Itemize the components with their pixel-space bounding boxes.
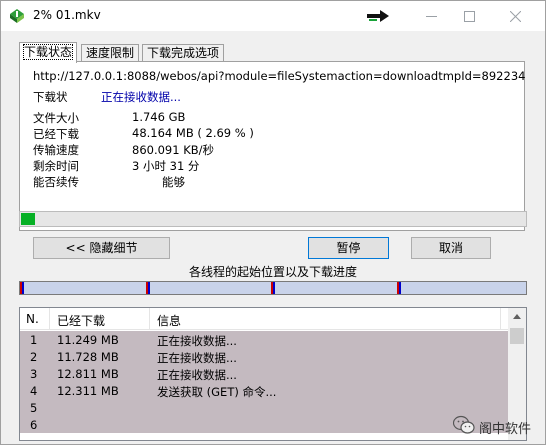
table-row[interactable]: 2 11.728 MB 正在接收数据...: [20, 348, 508, 365]
threads-label: 各线程的起始位置以及下载进度: [188, 265, 357, 279]
field-label: 已经下载: [33, 127, 79, 141]
column-divider: [500, 308, 501, 330]
tab-download-status[interactable]: 下载状态: [19, 42, 78, 63]
field-label: 能否续传: [33, 175, 79, 189]
maximize-button[interactable]: [447, 1, 493, 31]
row-number: 2: [30, 350, 38, 364]
resume-value: 能够: [162, 175, 185, 189]
tab-completion-options[interactable]: 下载完成选项: [142, 44, 225, 62]
tab-speed-limit[interactable]: 速度限制: [81, 44, 140, 62]
column-header-n[interactable]: N.: [26, 312, 39, 326]
wechat-icon: [453, 415, 475, 434]
row-number: 4: [30, 384, 38, 398]
row-number: 1: [30, 333, 38, 347]
thread-progress-marker: [399, 282, 401, 294]
row-info: 正在接收数据...: [157, 351, 237, 365]
tab-label: 速度限制: [86, 46, 135, 60]
thread-progress-marker: [273, 282, 275, 294]
title-bar[interactable]: 2% 01.mkv: [1, 1, 545, 31]
download-window: 2% 01.mkv 下载状态 速度限制 下载完成选项 http://127.0.…: [0, 0, 546, 445]
idm-app-icon: [10, 9, 24, 23]
table-row[interactable]: 1 11.249 MB 正在接收数据...: [20, 331, 508, 348]
column-header-downloaded[interactable]: 已经下载: [57, 312, 105, 329]
row-downloaded: 11.728 MB: [57, 350, 119, 364]
field-label: 文件大小: [33, 111, 79, 125]
column-divider: [49, 308, 50, 330]
progress-fill: [21, 213, 35, 225]
arrow-right-icon: [367, 10, 389, 22]
tab-label: 下载完成选项: [147, 46, 220, 60]
downloaded-value: 48.164 MB ( 2.69 % ): [132, 126, 254, 140]
column-header-info[interactable]: 信息: [157, 312, 181, 329]
row-info: 发送获取 (GET) 命令...: [157, 385, 277, 399]
field-label: 传输速度: [33, 143, 79, 157]
window-title: 2% 01.mkv: [33, 8, 101, 22]
connections-list[interactable]: N. 已经下载 信息 1 11.249 MB 正在接收数据... 2 11.72…: [19, 307, 527, 441]
status-value: 正在接收数据...: [101, 90, 181, 104]
window-client: 下载状态 速度限制 下载完成选项 http://127.0.0.1:8088/w…: [1, 31, 545, 444]
row-number: 3: [30, 367, 38, 381]
row-downloaded: 11.249 MB: [57, 333, 119, 347]
status-label: 下载状: [33, 90, 68, 104]
scrollbar-thumb[interactable]: [510, 328, 524, 344]
tab-label: 下载状态: [22, 44, 74, 60]
thread-progress-bar: [19, 281, 527, 295]
watermark-text: 阁中软件: [479, 422, 532, 437]
thread-progress-marker: [22, 282, 24, 294]
row-info: 正在接收数据...: [157, 334, 237, 348]
status-panel: http://127.0.0.1:8088/webos/api?module=f…: [19, 61, 525, 231]
cancel-button[interactable]: 取消: [411, 237, 491, 259]
row-number: 6: [30, 418, 38, 432]
table-row[interactable]: 3 12.811 MB 正在接收数据...: [20, 365, 508, 382]
row-downloaded: 12.311 MB: [57, 384, 119, 398]
pause-button[interactable]: 暂停: [308, 237, 389, 259]
time-left-value: 3 小时 31 分: [132, 159, 200, 173]
file-size-value: 1.746 GB: [132, 110, 186, 124]
table-row[interactable]: 6: [20, 416, 508, 433]
minimize-icon: [426, 16, 437, 17]
column-divider: [149, 308, 150, 330]
table-row[interactable]: 4 12.311 MB 发送获取 (GET) 命令...: [20, 382, 508, 399]
download-progress-bar: [19, 211, 527, 227]
maximize-icon: [464, 11, 475, 22]
row-downloaded: 12.811 MB: [57, 367, 119, 381]
row-number: 5: [30, 401, 38, 415]
field-label: 剩余时间: [33, 159, 79, 173]
row-info: 正在接收数据...: [157, 368, 237, 382]
hide-details-button[interactable]: << 隐藏细节: [33, 237, 170, 259]
speed-value: 860.091 KB/秒: [132, 143, 215, 157]
scroll-up-icon[interactable]: [508, 308, 526, 326]
thread-progress-marker: [148, 282, 150, 294]
table-row[interactable]: 5: [20, 399, 508, 416]
close-icon: [510, 11, 521, 22]
close-button[interactable]: [493, 1, 539, 31]
download-url: http://127.0.0.1:8088/webos/api?module=f…: [33, 69, 526, 83]
list-header: N. 已经下载 信息: [20, 308, 508, 330]
